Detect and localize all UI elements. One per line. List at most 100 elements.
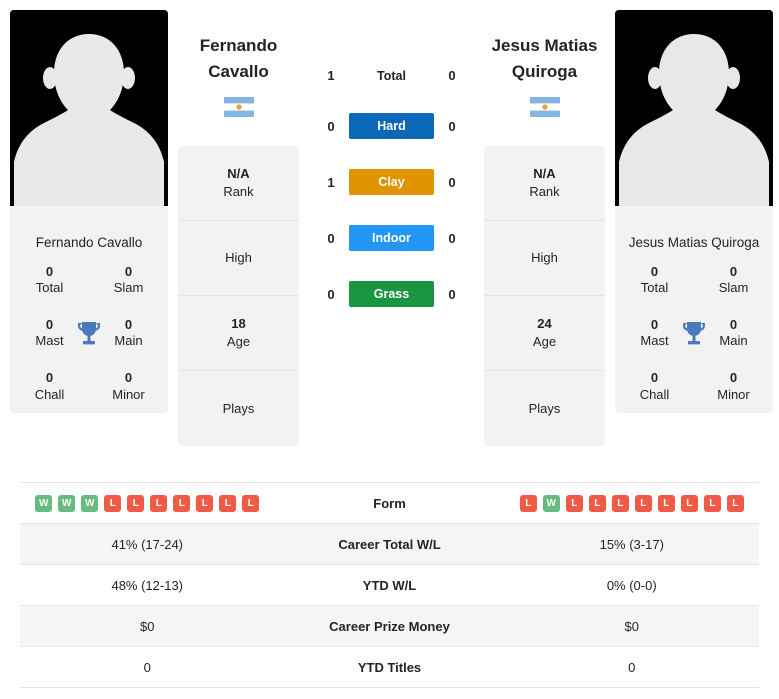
form-badge-loss[interactable]: L xyxy=(519,494,537,512)
h2h-indoor-label[interactable]: Indoor xyxy=(349,225,434,251)
form-badge-loss[interactable]: L xyxy=(726,494,744,512)
left-player-titles-card: Fernando Cavallo 0 Total 0 Slam 0 Mast 0… xyxy=(10,222,168,414)
right-player-name-line2: Quiroga xyxy=(511,61,578,81)
right-title-total-label: Total xyxy=(640,280,669,296)
left-player-name-line1: Fernando xyxy=(199,36,278,55)
form-badge-loss[interactable]: L xyxy=(680,494,698,512)
table-row-ytd-wl-label: YTD W/L xyxy=(362,577,417,593)
left-career-prize-money-value: $0 xyxy=(140,618,155,634)
left-age-label: Age xyxy=(226,334,251,349)
h2h-grass-right-value: 0 xyxy=(448,286,456,302)
h2h-total-left-value: 1 xyxy=(327,68,335,83)
form-badge-win[interactable]: W xyxy=(542,494,560,512)
argentina-flag-icon xyxy=(223,97,254,117)
right-career-prize-money-value: $0 xyxy=(624,618,639,634)
left-title-chall-value: 0 xyxy=(45,370,54,386)
left-player-stats-stack: N/A Rank High 18 Age Plays xyxy=(178,146,299,446)
h2h-hard-label[interactable]: Hard xyxy=(349,113,434,139)
right-high-cell: High xyxy=(484,221,605,296)
table-row-ytd-titles-label: YTD Titles xyxy=(357,659,422,675)
right-player-column: Jesus Matias Quiroga 0 Total 0 Slam 0 Ma… xyxy=(615,10,773,414)
right-player-info-column: Jesus Matias Quiroga N/A Rank High 24 Ag… xyxy=(484,10,605,446)
right-career-total-wl-value: 15% (3-17) xyxy=(599,536,664,552)
form-badge-win[interactable]: W xyxy=(58,494,76,512)
left-title-minor-value: 0 xyxy=(124,370,133,386)
right-title-minor-label: Minor xyxy=(717,386,750,402)
h2h-hard-right-value: 0 xyxy=(448,118,456,134)
left-title-total-value: 0 xyxy=(45,264,54,279)
form-badge-loss[interactable]: L xyxy=(657,494,675,512)
form-badge-loss[interactable]: L xyxy=(104,494,122,512)
left-player-flag-wrap xyxy=(223,96,254,118)
left-player-column: Fernando Cavallo 0 Total 0 Slam 0 Mast 0… xyxy=(10,10,168,414)
left-rank-cell: N/A Rank xyxy=(178,146,299,221)
right-player-photo[interactable] xyxy=(615,10,773,222)
form-badge-loss[interactable]: L xyxy=(588,494,606,512)
h2h-grass-left-value: 0 xyxy=(327,286,335,302)
right-ytd-wl-value: 0% (0-0) xyxy=(606,577,657,593)
left-ytd-titles-value: 0 xyxy=(143,659,151,675)
argentina-flag-icon xyxy=(529,97,560,117)
form-badge-loss[interactable]: L xyxy=(565,494,583,512)
left-career-total-wl-value: 41% (17-24) xyxy=(111,536,184,552)
form-badge-loss[interactable]: L xyxy=(611,494,629,512)
right-form-strip: LWLLLLLLLL xyxy=(505,494,760,512)
left-age-value: 18 xyxy=(231,316,246,332)
form-badge-win[interactable]: W xyxy=(35,494,53,512)
left-form-strip: WWWLLLLLLL xyxy=(20,494,275,512)
form-badge-loss[interactable]: L xyxy=(173,494,191,512)
player-silhouette-icon xyxy=(615,10,773,222)
left-age-cell: 18 Age xyxy=(178,296,299,371)
form-badge-loss[interactable]: L xyxy=(703,494,721,512)
left-title-minor: 0 Minor xyxy=(89,370,168,403)
left-player-photo[interactable] xyxy=(10,10,168,222)
right-player-name-line1: Jesus Matias xyxy=(491,36,598,55)
h2h-clay-left-value: 1 xyxy=(327,174,335,190)
right-title-minor: 0 Minor xyxy=(694,370,773,403)
form-badge-loss[interactable]: L xyxy=(242,494,260,512)
right-title-chall: 0 Chall xyxy=(615,370,694,403)
h2h-grass-label[interactable]: Grass xyxy=(349,281,434,307)
table-row-career-prize-money: $0 Career Prize Money $0 xyxy=(20,606,759,647)
h2h-row-clay: 1 Clay 0 xyxy=(309,169,474,195)
right-player-name-label: Jesus Matias Quiroga xyxy=(628,235,760,250)
right-title-slam-value: 0 xyxy=(729,264,738,279)
left-title-slam: 0 Slam xyxy=(89,264,168,297)
head-to-head-column: 1 Total 0 0 Hard 0 1 Clay 0 0 Indoor 0 0 xyxy=(309,10,474,307)
right-ytd-titles-value: 0 xyxy=(628,659,636,675)
form-badge-loss[interactable]: L xyxy=(634,494,652,512)
h2h-clay-label[interactable]: Clay xyxy=(349,169,434,195)
comparison-header: Fernando Cavallo 0 Total 0 Slam 0 Mast 0… xyxy=(0,0,779,470)
h2h-row-grass: 0 Grass 0 xyxy=(309,281,474,307)
h2h-row-indoor: 0 Indoor 0 xyxy=(309,225,474,251)
right-titles-grid: 0 Total 0 Slam 0 Mast 0 Main 0 Chall 0 M… xyxy=(615,264,773,403)
right-high-label: High xyxy=(531,250,558,266)
right-title-slam: 0 Slam xyxy=(694,264,773,297)
right-title-slam-label: Slam xyxy=(718,280,749,296)
left-title-slam-value: 0 xyxy=(124,264,133,279)
h2h-hard-left-value: 0 xyxy=(327,118,335,134)
form-badge-loss[interactable]: L xyxy=(219,494,237,512)
form-badge-win[interactable]: W xyxy=(81,494,99,512)
left-player-display-name: Fernando Cavallo xyxy=(178,10,299,84)
left-title-total-label: Total xyxy=(35,280,64,296)
form-badge-loss[interactable]: L xyxy=(150,494,168,512)
table-row-ytd-wl: 48% (12-13) YTD W/L 0% (0-0) xyxy=(20,565,759,606)
table-row-career-total-wl: 41% (17-24) Career Total W/L 15% (3-17) xyxy=(20,524,759,565)
left-player-info-column: Fernando Cavallo N/A Rank High 18 Age Pl… xyxy=(178,10,299,446)
right-player-titles-card: Jesus Matias Quiroga 0 Total 0 Slam 0 Ma… xyxy=(615,222,773,414)
form-badge-loss[interactable]: L xyxy=(127,494,145,512)
h2h-indoor-right-value: 0 xyxy=(448,230,456,246)
table-row-career-prize-money-label: Career Prize Money xyxy=(329,618,450,634)
right-title-minor-value: 0 xyxy=(729,370,738,386)
h2h-clay-right-value: 0 xyxy=(448,174,456,190)
right-age-cell: 24 Age xyxy=(484,296,605,371)
table-row-form: WWWLLLLLLL Form LWLLLLLLLL xyxy=(20,483,759,524)
right-title-total-value: 0 xyxy=(650,264,659,279)
left-plays-label: Plays xyxy=(222,400,255,416)
form-badge-loss[interactable]: L xyxy=(196,494,214,512)
right-form-cell: LWLLLLLLLL xyxy=(505,494,760,512)
trophy-icon xyxy=(78,321,100,345)
left-title-chall-label: Chall xyxy=(34,386,65,402)
right-title-total: 0 Total xyxy=(615,264,694,297)
